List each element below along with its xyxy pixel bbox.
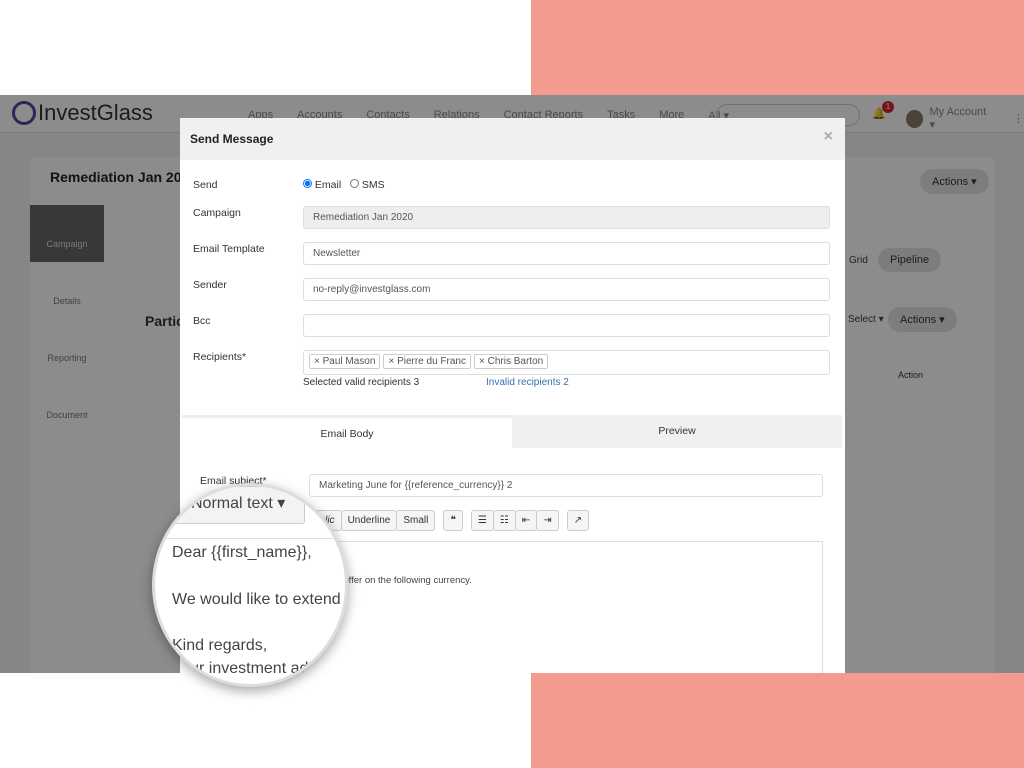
select-button[interactable]: Select ▾	[848, 314, 884, 325]
recipient-name: Paul Mason	[322, 356, 376, 367]
grid-button[interactable]: Grid	[849, 255, 868, 266]
valid-recipients: Selected valid recipients 3	[303, 377, 420, 388]
quote-icon[interactable]: ❝	[443, 510, 463, 531]
text-style-dropdown[interactable]: Normal text ▾	[191, 493, 285, 513]
decor-top	[531, 0, 1024, 95]
recipient-tag[interactable]: × Chris Barton	[473, 354, 549, 369]
indent-icon[interactable]: ⇥	[536, 510, 559, 531]
close-icon[interactable]: ×	[824, 128, 833, 146]
sender-field[interactable]: no-reply@investglass.com	[303, 278, 830, 301]
underline-button[interactable]: Underline	[340, 510, 398, 531]
send-label: Send	[193, 179, 218, 191]
decor-bottom	[531, 673, 1024, 768]
body-tabs: Email Body Preview	[182, 415, 842, 448]
sms-radio[interactable]	[349, 179, 359, 188]
recipients-field[interactable]: × Paul Mason × Pierre du Franc × Chris Bar…	[303, 350, 830, 375]
mag-line-3: Kind regards,	[172, 637, 268, 654]
mag-line-1: Dear {{first_name}},	[172, 544, 312, 561]
recipient-tag[interactable]: × Pierre du Franc	[383, 354, 471, 369]
sender-label: Sender	[193, 279, 227, 291]
email-body-editor[interactable]: ercial offer on the following currency.	[303, 541, 823, 673]
share-icon[interactable]: ↗	[566, 510, 590, 531]
recipient-name: Pierre du Franc	[397, 356, 466, 367]
email-radio[interactable]	[303, 179, 312, 188]
campaign-label: Campaign	[193, 207, 241, 219]
tab-email-body[interactable]: Email Body	[182, 415, 512, 448]
editor-toolbar: ItalicUnderlineSmall ❝ ☰☷⇤⇥ ↗	[307, 510, 590, 531]
campaign-field: Remediation Jan 2020	[303, 206, 830, 229]
small-button[interactable]: Small	[396, 510, 436, 531]
mag-line-4: Your investment ad	[172, 660, 309, 677]
template-label: Email Template	[193, 243, 265, 255]
bcc-field[interactable]	[303, 314, 830, 337]
email-label: Email	[314, 179, 342, 191]
recipient-name: Chris Barton	[487, 356, 544, 367]
numbered-list-icon[interactable]: ☷	[492, 510, 516, 531]
template-field[interactable]: Newsletter	[303, 242, 830, 265]
mag-line-2: We would like to extend	[172, 591, 341, 608]
recipient-tag[interactable]: × Paul Mason	[309, 354, 381, 369]
subject-field[interactable]: Marketing June for {{reference_currency}…	[309, 474, 823, 497]
send-options: Email SMS	[303, 179, 385, 191]
sms-label: SMS	[361, 179, 385, 191]
invalid-recipients-link[interactable]: Invalid recipients 2	[486, 377, 569, 388]
outdent-icon[interactable]: ⇤	[514, 510, 538, 531]
bcc-label: Bcc	[193, 315, 211, 327]
recipients-label: Recipients*	[193, 351, 247, 363]
bullet-list-icon[interactable]: ☰	[470, 510, 494, 531]
tab-preview[interactable]: Preview	[512, 415, 842, 448]
modal-title: Send Message	[190, 132, 274, 146]
magnifier: Normal text ▾ Dear {{first_name}}, We wo…	[152, 483, 348, 687]
